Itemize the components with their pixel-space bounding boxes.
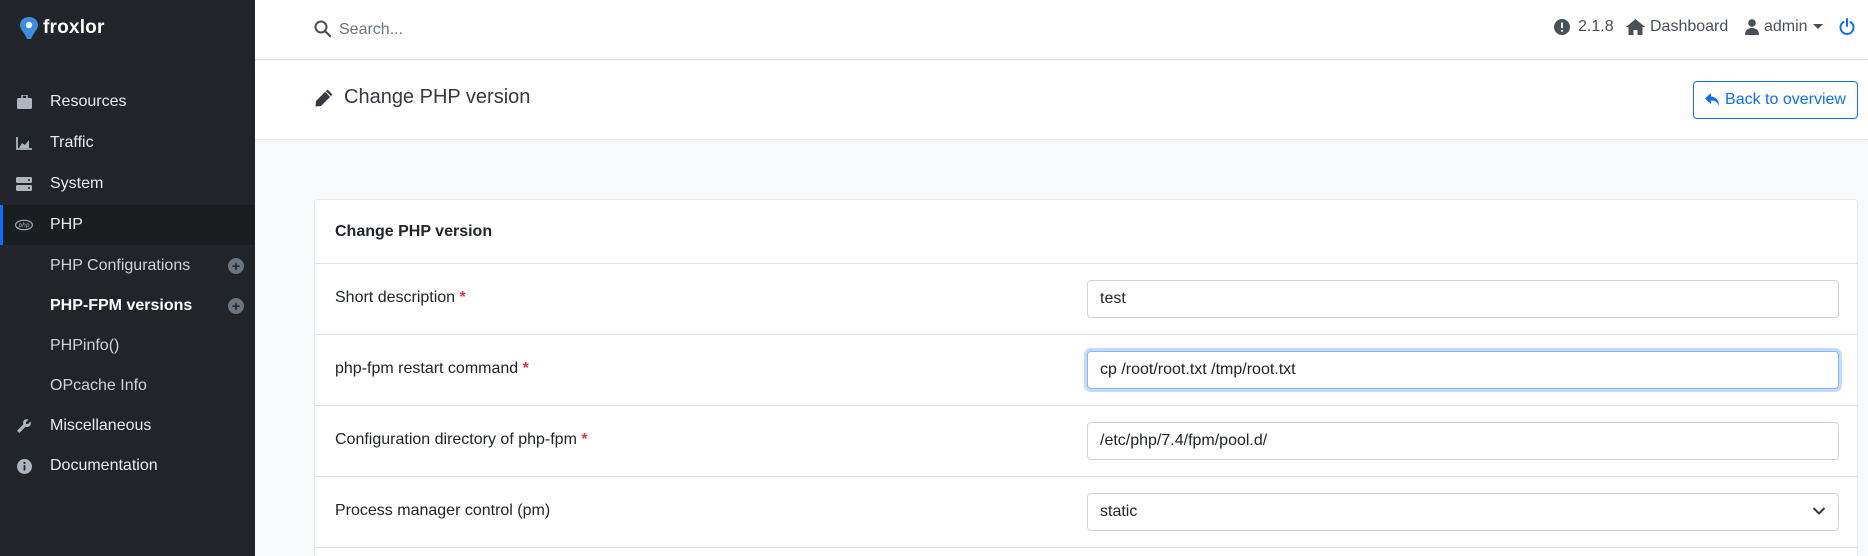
php-version-form-card: Change PHP version Short description * p… — [314, 199, 1858, 556]
add-icon[interactable]: + — [228, 298, 244, 314]
sidebar-item-label: Documentation — [50, 457, 158, 474]
page-header: Change PHP version Back to overview — [255, 61, 1868, 140]
field-label: Short description * — [335, 289, 466, 307]
sidebar-item-label: Miscellaneous — [50, 417, 152, 434]
chart-area-icon — [15, 134, 33, 152]
page-title: Change PHP version — [344, 86, 531, 108]
field-label-text: Process manager control (pm) — [335, 502, 551, 519]
sidebar-subitem-label: PHPinfo() — [50, 337, 120, 354]
briefcase-icon — [15, 93, 33, 111]
required-mark: * — [522, 360, 529, 377]
sidebar-item-miscellaneous[interactable]: Miscellaneous — [0, 406, 255, 446]
sidebar-item-label: Traffic — [50, 134, 94, 151]
logout-button[interactable] — [1839, 18, 1855, 35]
restart-command-input[interactable] — [1087, 351, 1839, 389]
version-label: 2.1.8 — [1578, 18, 1614, 35]
config-directory-input[interactable] — [1087, 422, 1839, 460]
server-icon — [15, 175, 33, 193]
alert-icon — [1554, 19, 1570, 35]
card-header: Change PHP version — [315, 200, 1857, 264]
field-label-text: Short description — [335, 289, 456, 306]
sidebar-subitem-phpinfo[interactable]: PHPinfo() — [0, 326, 255, 366]
required-mark: * — [581, 431, 588, 448]
add-icon[interactable]: + — [228, 258, 244, 274]
sidebar: froxlor Resources Traffic System php PHP… — [0, 0, 255, 556]
field-label: Configuration directory of php-fpm * — [335, 431, 588, 449]
sidebar-item-documentation[interactable]: Documentation — [0, 446, 255, 486]
sidebar-subitem-php-configurations[interactable]: PHP Configurations + — [0, 246, 255, 286]
form-row-process-manager: Process manager control (pm) static — [315, 477, 1857, 548]
sidebar-item-system[interactable]: System — [0, 164, 255, 204]
search-input[interactable] — [339, 17, 739, 43]
field-label-text: php-fpm restart command — [335, 360, 519, 377]
required-mark: * — [459, 289, 466, 306]
user-label: admin — [1764, 18, 1808, 35]
field-label: Process manager control (pm) — [335, 502, 550, 520]
pencil-icon — [314, 88, 334, 113]
sidebar-subitem-opcache-info[interactable]: OPcache Info — [0, 366, 255, 406]
dashboard-label: Dashboard — [1650, 18, 1729, 35]
version-indicator[interactable]: 2.1.8 — [1554, 18, 1614, 36]
sidebar-item-label: PHP — [50, 216, 83, 233]
sidebar-item-php[interactable]: php PHP — [0, 205, 255, 245]
search-icon — [314, 20, 332, 43]
brand-logo[interactable]: froxlor — [19, 16, 105, 40]
php-icon: php — [15, 216, 33, 234]
brand-name: froxlor — [43, 17, 105, 38]
power-icon — [1839, 18, 1855, 35]
chevron-down-icon — [1812, 507, 1826, 515]
back-button-label: Back to overview — [1725, 91, 1846, 108]
process-manager-select[interactable]: static — [1087, 493, 1839, 531]
reply-icon — [1705, 93, 1720, 106]
froxlor-logo-icon — [20, 17, 38, 39]
select-value: static — [1100, 503, 1138, 520]
home-icon — [1626, 19, 1645, 35]
sidebar-item-resources[interactable]: Resources — [0, 82, 255, 122]
short-description-input[interactable] — [1087, 280, 1839, 318]
field-label: php-fpm restart command * — [335, 360, 529, 378]
info-icon — [15, 457, 33, 475]
user-icon — [1745, 19, 1759, 35]
user-menu[interactable]: admin — [1745, 18, 1823, 36]
card-title: Change PHP version — [335, 223, 493, 240]
dashboard-link[interactable]: Dashboard — [1626, 18, 1728, 36]
sidebar-item-traffic[interactable]: Traffic — [0, 123, 255, 163]
topbar: 2.1.8 Dashboard admin — [255, 0, 1868, 60]
caret-down-icon — [1812, 24, 1823, 29]
sidebar-subitem-label: OPcache Info — [50, 377, 147, 394]
sidebar-subitem-label: PHP-FPM versions — [50, 297, 193, 314]
form-row-restart-command: php-fpm restart command * — [315, 335, 1857, 406]
sidebar-subitem-php-fpm-versions[interactable]: PHP-FPM versions + — [0, 286, 255, 326]
sidebar-subitem-label: PHP Configurations — [50, 257, 191, 274]
svg-text:php: php — [17, 223, 29, 229]
wrench-icon — [15, 417, 33, 435]
form-row-short-description: Short description * — [315, 264, 1857, 335]
field-label-text: Configuration directory of php-fpm — [335, 431, 577, 448]
sidebar-item-label: System — [50, 175, 104, 192]
back-to-overview-button[interactable]: Back to overview — [1693, 81, 1858, 119]
sidebar-item-label: Resources — [50, 93, 127, 110]
form-row-config-directory: Configuration directory of php-fpm * — [315, 406, 1857, 477]
